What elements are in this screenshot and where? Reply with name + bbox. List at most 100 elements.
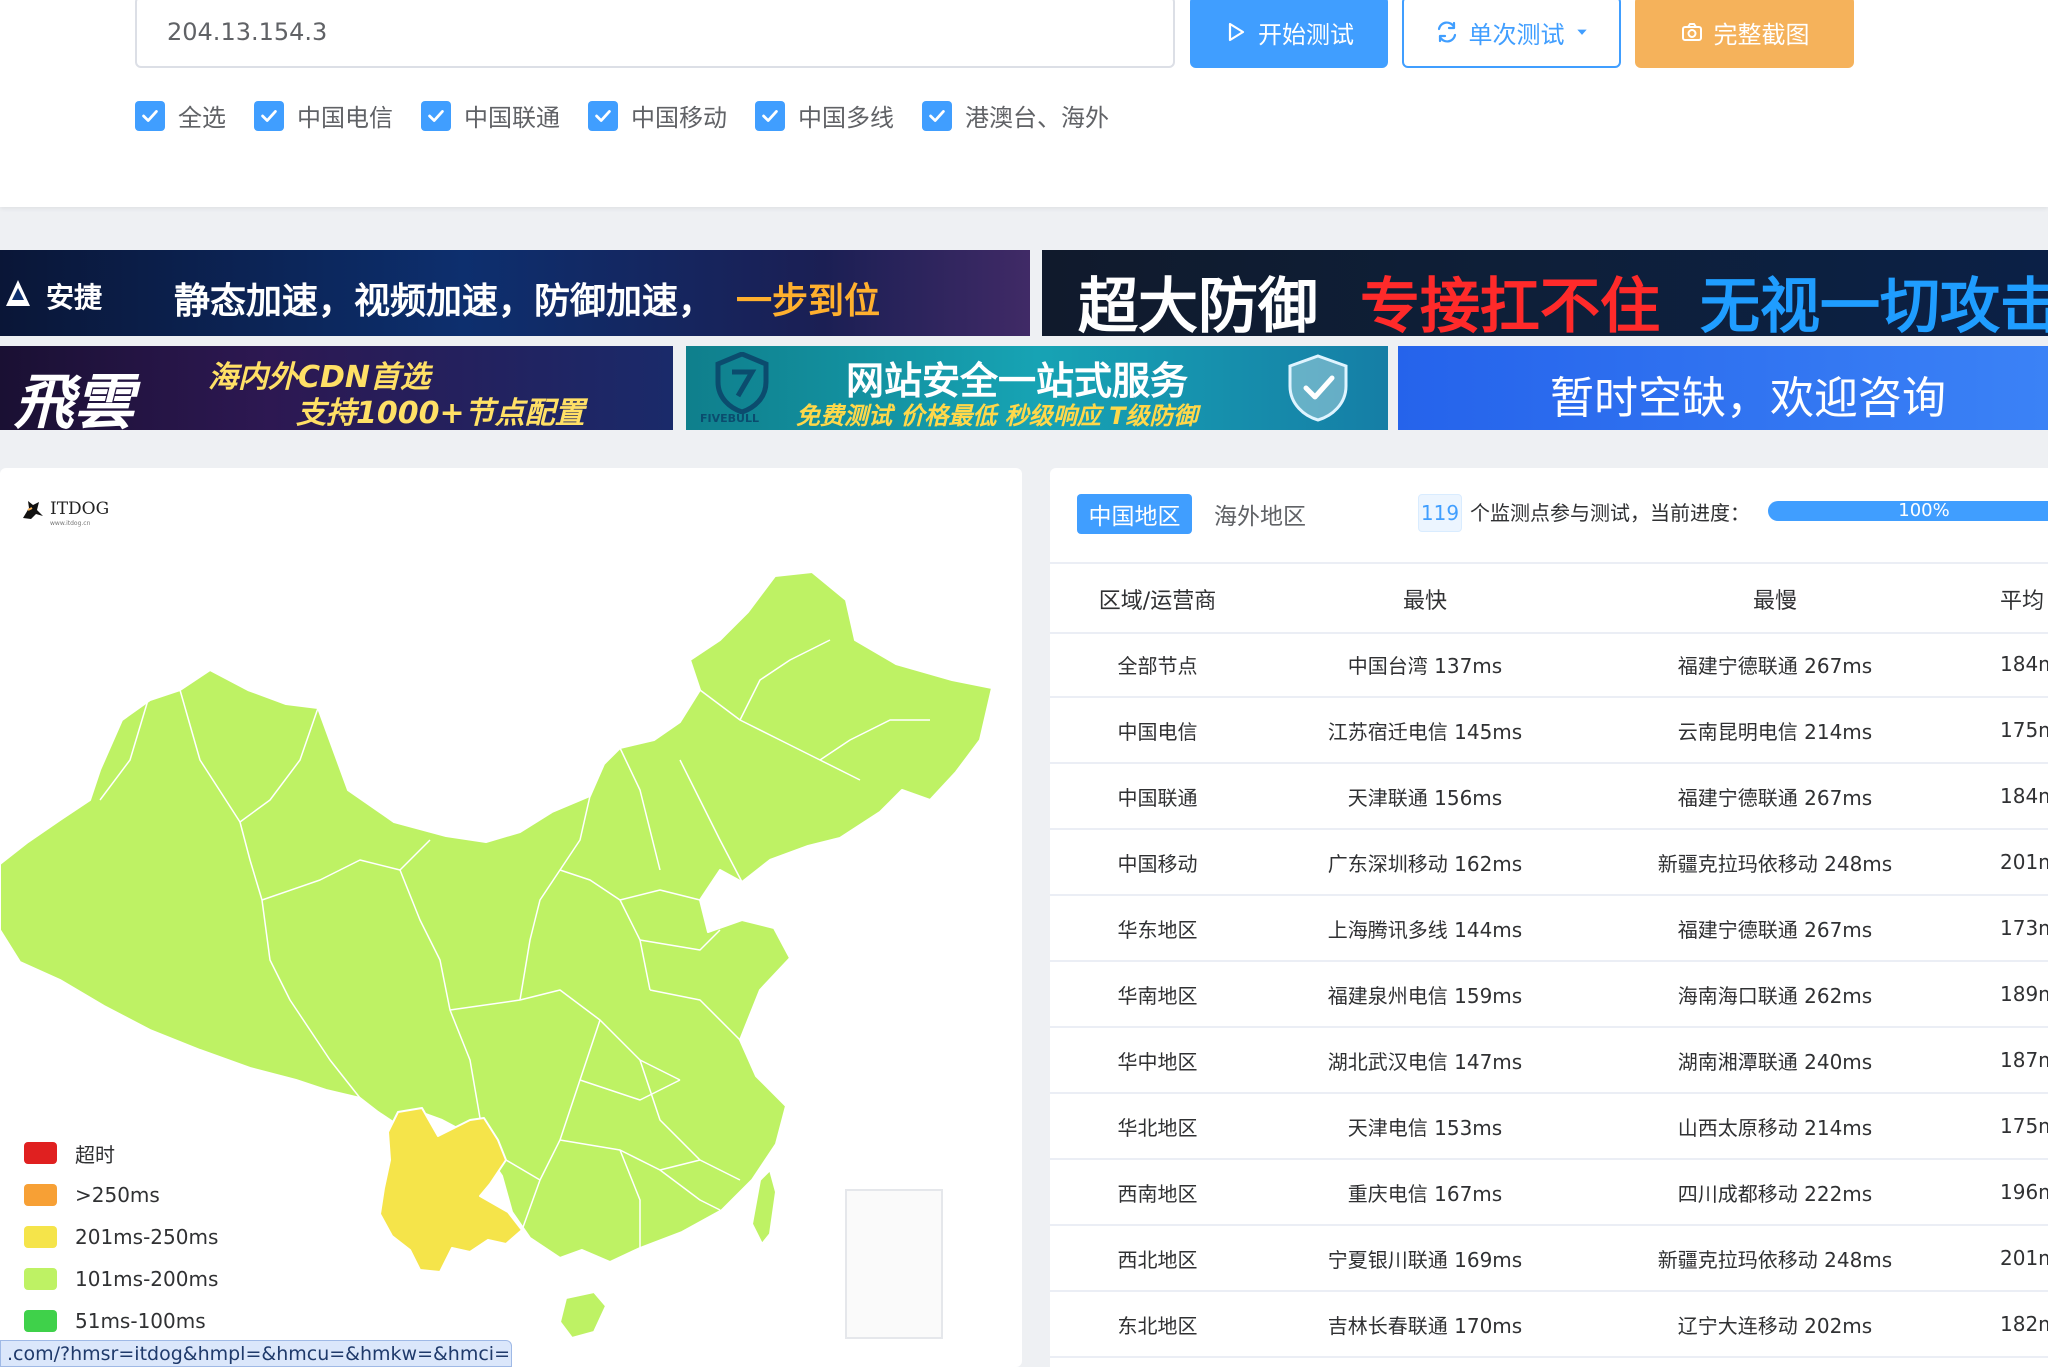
average-cell: 175ms [2000, 1114, 2048, 1138]
slowest-cell: 福建宁德联通 267ms [1677, 653, 1873, 678]
filter-checkbox-all[interactable]: 全选 [135, 98, 226, 133]
average-cell: 196ms [2000, 1180, 2048, 1204]
region-cell: 全部节点 [1117, 653, 1198, 678]
table-row[interactable]: 华中地区 湖北武汉电信 147ms 湖南湘潭联通 240ms 187ms [1050, 1028, 2048, 1094]
map-region-taiwan[interactable] [750, 1168, 778, 1246]
ad-banner-vacant[interactable]: 暂时空缺，欢迎咨询 [1398, 346, 2048, 430]
slowest-cell: 四川成都移动 222ms [1677, 1181, 1873, 1206]
checkbox-checked-icon [922, 100, 952, 131]
legend-label: >250ms [75, 1183, 160, 1207]
map-region-hainan[interactable] [558, 1290, 608, 1340]
checkbox-checked-icon [588, 100, 618, 131]
slowest-cell: 福建宁德联通 267ms [1677, 785, 1873, 810]
legend-item-51-100[interactable]: 51ms-100ms [24, 1300, 218, 1342]
anjie-brand: 安捷 [46, 281, 103, 314]
region-cell: 中国移动 [1117, 851, 1198, 876]
fastest-cell: 广东深圳移动 162ms [1327, 851, 1523, 876]
single-test-dropdown[interactable]: 单次测试 [1402, 0, 1621, 68]
legend-item-over250[interactable]: >250ms [24, 1174, 218, 1216]
table-row[interactable]: 华北地区 天津电信 153ms 山西太原移动 214ms 175ms [1050, 1094, 2048, 1160]
ad-banner-feiyun[interactable]: 飛雲 海内外CDN首选 支持1000+节点配置 [0, 346, 673, 430]
filter-label: 中国电信 [297, 104, 393, 132]
feiyun-line2: 支持1000+节点配置 [296, 396, 585, 430]
table-row[interactable]: 中国移动 广东深圳移动 162ms 新疆克拉玛依移动 248ms 201ms [1050, 830, 2048, 896]
start-test-label: 开始测试 [1258, 20, 1354, 49]
column-header-region: 区域/运营商 [1098, 589, 1217, 614]
fivebull-brand: FIVEBULL [700, 412, 759, 425]
table-row[interactable]: 华东地区 上海腾讯多线 144ms 福建宁德联通 267ms 173ms [1050, 896, 2048, 962]
fastest-cell: 湖北武汉电信 147ms [1327, 1049, 1523, 1074]
filter-checkbox-unicom[interactable]: 中国联通 [421, 98, 560, 133]
legend-item-timeout[interactable]: 超时 [24, 1132, 218, 1174]
average-cell: 201ms [2000, 850, 2048, 874]
checkbox-checked-icon [135, 100, 165, 131]
slowest-cell: 海南海口联通 262ms [1677, 983, 1873, 1008]
legend-label: 51ms-100ms [75, 1309, 206, 1333]
filter-checkbox-multiline[interactable]: 中国多线 [755, 98, 894, 133]
map-legend: 超时 >250ms 201ms-250ms 101ms-200ms 51ms-1… [24, 1132, 218, 1342]
camera-icon [1681, 23, 1702, 41]
slowest-cell: 新疆克拉玛依移动 248ms [1657, 1247, 1893, 1272]
filter-label: 中国联通 [464, 104, 560, 132]
fastest-cell: 上海腾讯多线 144ms [1327, 917, 1523, 942]
anjie-logo-icon [6, 280, 30, 306]
start-test-button[interactable]: 开始测试 [1190, 0, 1388, 68]
legend-swatch [24, 1184, 57, 1206]
filter-checkbox-mobile[interactable]: 中国移动 [588, 98, 727, 133]
region-cell: 西北地区 [1117, 1247, 1198, 1272]
full-screenshot-label: 完整截图 [1713, 20, 1810, 49]
legend-label: 超时 [75, 1142, 115, 1167]
table-row[interactable]: 西北地区 宁夏银川联通 169ms 新疆克拉玛依移动 248ms 201ms [1050, 1226, 2048, 1292]
ad-banner-defense[interactable]: 超大防御 专接扛不住 无视一切攻击 [1042, 250, 2048, 336]
tab-overseas-region[interactable]: 海外地区 [1214, 494, 1306, 534]
filter-checkbox-telecom[interactable]: 中国电信 [254, 98, 393, 133]
play-icon [1228, 22, 1245, 42]
average-cell: 184ms [2000, 784, 2048, 808]
column-header-average: 平均 [2000, 589, 2045, 614]
ip-input[interactable] [135, 0, 1175, 68]
results-table-body: 全部节点 中国台湾 137ms 福建宁德联通 267ms 184ms 中国电信 江苏宿迁… [1050, 632, 2048, 1358]
average-cell: 173ms [2000, 916, 2048, 940]
slowest-cell: 云南昆明电信 214ms [1677, 719, 1873, 744]
filter-label: 港澳台、海外 [965, 104, 1109, 132]
fivebull-sub: 免费测试 价格最低 秒级响应 T级防御 [796, 402, 1198, 430]
legend-swatch [24, 1142, 57, 1164]
table-row[interactable]: 中国联通 天津联通 156ms 福建宁德联通 267ms 184ms [1050, 764, 2048, 830]
average-cell: 184ms [2000, 652, 2048, 676]
ad-banner-fivebull[interactable]: FIVEBULL 网站安全一站式服务 免费测试 价格最低 秒级响应 T级防御 [686, 346, 1388, 430]
legend-swatch [24, 1310, 57, 1332]
table-row[interactable]: 全部节点 中国台湾 137ms 福建宁德联通 267ms 184ms [1050, 632, 2048, 698]
average-cell: 175ms [2000, 718, 2048, 742]
slowest-cell: 福建宁德联通 267ms [1677, 917, 1873, 942]
legend-label: 101ms-200ms [75, 1267, 219, 1291]
fastest-cell: 福建泉州电信 159ms [1327, 983, 1523, 1008]
south-china-sea-inset [845, 1189, 943, 1339]
average-cell: 189ms [2000, 982, 2048, 1006]
column-header-slowest: 最慢 [1752, 589, 1797, 614]
average-cell: 182ms [2000, 1312, 2048, 1336]
tab-china-region[interactable]: 中国地区 [1077, 494, 1192, 534]
table-row[interactable]: 中国电信 江苏宿迁电信 145ms 云南昆明电信 214ms 175ms [1050, 698, 2048, 764]
legend-item-201-250[interactable]: 201ms-250ms [24, 1216, 218, 1258]
node-count-badge: 119 [1418, 494, 1462, 532]
shield-logo-icon [715, 352, 769, 414]
anjie-slogan-accent: 一步到位 [736, 281, 881, 322]
filter-label: 中国多线 [798, 104, 894, 132]
filter-checkbox-overseas[interactable]: 港澳台、海外 [922, 98, 1109, 133]
table-row[interactable]: 华南地区 福建泉州电信 159ms 海南海口联通 262ms 189ms [1050, 962, 2048, 1028]
full-screenshot-button[interactable]: 完整截图 [1635, 0, 1854, 68]
fastest-cell: 重庆电信 167ms [1347, 1181, 1503, 1206]
table-header: 区域/运营商 最快 最慢 平均 [1050, 566, 2048, 634]
slowest-cell: 湖南湘潭联通 240ms [1677, 1049, 1873, 1074]
table-row[interactable]: 西南地区 重庆电信 167ms 四川成都移动 222ms 196ms [1050, 1160, 2048, 1226]
logo-url: www.itdog.cn [50, 520, 91, 527]
table-row[interactable]: 东北地区 吉林长春联通 170ms 辽宁大连移动 202ms 182ms [1050, 1292, 2048, 1358]
fastest-cell: 宁夏银川联通 169ms [1327, 1247, 1523, 1272]
checkbox-checked-icon [421, 100, 451, 131]
legend-item-101-200[interactable]: 101ms-200ms [24, 1258, 218, 1300]
refresh-icon [1437, 21, 1456, 43]
legend-label: 201ms-250ms [75, 1225, 219, 1249]
isp-filter-group: 全选 中国电信 中国联通 中国移动 中国多线 港澳台、海外 [135, 98, 1137, 133]
slowest-cell: 新疆克拉玛依移动 248ms [1657, 851, 1893, 876]
ad-banner-anjie[interactable]: 安捷 静态加速，视频加速，防御加速， 一步到位 [0, 250, 1030, 336]
